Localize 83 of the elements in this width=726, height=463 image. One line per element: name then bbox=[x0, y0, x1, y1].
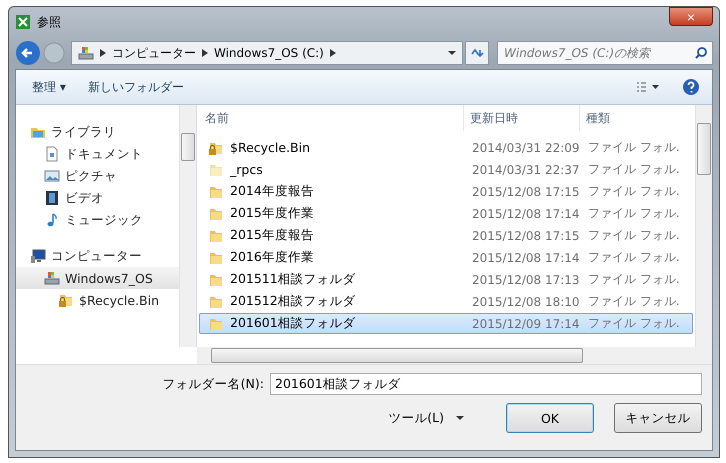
organize-button[interactable]: 整理 ▾ bbox=[32, 78, 66, 96]
drive-icon bbox=[78, 45, 94, 61]
table-cell-text: 2015/12/08 17:14 bbox=[471, 250, 581, 264]
column-header[interactable]: 名前 bbox=[197, 105, 463, 131]
help-button[interactable] bbox=[682, 78, 700, 96]
file-row[interactable]: _rpcs 2014/03/31 22:37 ファイル フォル. bbox=[199, 159, 693, 180]
ok-button[interactable]: OK bbox=[506, 403, 594, 433]
table-cell-text: 2015/12/08 17:15 bbox=[471, 184, 581, 198]
file-row[interactable]: 2015年度報告 2015/12/08 17:15 ファイル フォル. bbox=[199, 225, 693, 246]
scrollbar[interactable] bbox=[197, 347, 712, 364]
table-cell-text: 2015/12/08 18:10 bbox=[471, 294, 581, 308]
dropdown-caret-icon bbox=[448, 49, 456, 57]
document-icon bbox=[44, 146, 60, 162]
film-icon bbox=[44, 190, 60, 206]
computer-icon bbox=[30, 248, 46, 264]
column-header[interactable]: 更新日時 bbox=[463, 105, 579, 131]
nav-item[interactable]: ミュージック bbox=[16, 209, 179, 231]
file-name: 201511相談フォルダ bbox=[230, 271, 356, 288]
table-cell-text: 2015/12/08 17:13 bbox=[471, 272, 581, 286]
dropdown-caret-icon bbox=[456, 414, 464, 422]
nav-item[interactable]: Windows7_OS bbox=[16, 267, 179, 289]
spreadsheet-app-icon bbox=[15, 14, 31, 30]
file-row[interactable]: 2014年度報告 2015/12/08 17:15 ファイル フォル. bbox=[199, 181, 693, 202]
file-name: _rpcs bbox=[230, 162, 263, 177]
table-cell-text: 2015/12/08 17:15 bbox=[471, 228, 581, 242]
nav-item[interactable]: ピクチャ bbox=[16, 165, 179, 187]
help-icon bbox=[682, 78, 700, 96]
breadcrumb-item[interactable]: コンピューター bbox=[112, 44, 196, 62]
nav-item[interactable]: コンピューター bbox=[16, 245, 179, 267]
address-bar[interactable]: コンピューター Windows7_OS (C:) bbox=[71, 41, 463, 65]
window-title: 参照 bbox=[37, 14, 61, 30]
file-row[interactable]: 201512相談フォルダ 2015/12/08 18:10 ファイル フォル. bbox=[199, 291, 693, 312]
table-cell-text: ファイル フォル. bbox=[587, 315, 681, 332]
file-name: 2015年度報告 bbox=[230, 227, 314, 244]
nav-item[interactable]: ドキュメント bbox=[16, 143, 179, 165]
table-cell-text: ファイル フォル. bbox=[587, 271, 681, 288]
chevron-icon bbox=[202, 49, 208, 57]
table-cell-text: 2015/12/08 17:14 bbox=[471, 206, 581, 220]
nav-item[interactable]: ライブラリ bbox=[16, 121, 179, 143]
table-cell-text: ファイル フォル. bbox=[587, 227, 681, 244]
search-field[interactable]: Windows7_OS (C:)の検索 bbox=[497, 41, 713, 65]
view-options-button[interactable] bbox=[636, 82, 660, 92]
table-cell-text: ファイル フォル. bbox=[587, 183, 681, 200]
table-cell-text: ファイル フォル. bbox=[587, 249, 681, 266]
scrollbar[interactable] bbox=[179, 105, 196, 347]
table-cell-text: 2014/03/31 22:37 bbox=[471, 162, 581, 176]
table-cell-text: ファイル フォル. bbox=[587, 161, 681, 178]
tools-button[interactable]: ツール(L) bbox=[388, 410, 444, 426]
close-button[interactable]: × bbox=[669, 7, 713, 26]
drive-icon bbox=[44, 270, 60, 286]
field-label: フォルダー名(N): bbox=[162, 376, 264, 392]
file-row[interactable]: 2015年度作業 2015/12/08 17:14 ファイル フォル. bbox=[199, 203, 693, 224]
folder-name-field[interactable]: 201601相談フォルダ bbox=[270, 373, 702, 395]
file-name: 2014年度報告 bbox=[230, 183, 314, 200]
breadcrumb-item[interactable]: Windows7_OS (C:) bbox=[214, 46, 324, 60]
refresh-button[interactable] bbox=[465, 41, 489, 65]
chevron-icon bbox=[330, 49, 336, 57]
nav-item[interactable]: $Recycle.Bin bbox=[16, 289, 179, 311]
file-name: 2015年度作業 bbox=[230, 205, 314, 222]
file-name: $Recycle.Bin bbox=[230, 140, 310, 155]
file-name: 201512相談フォルダ bbox=[230, 293, 356, 310]
scrollbar[interactable] bbox=[695, 105, 712, 347]
view-list-icon bbox=[636, 82, 660, 92]
nav-item[interactable]: ビデオ bbox=[16, 187, 179, 209]
chevron-icon bbox=[100, 49, 106, 57]
locked-folder-icon bbox=[58, 292, 74, 308]
table-cell-text: ファイル フォル. bbox=[587, 293, 681, 310]
file-name: 2016年度作業 bbox=[230, 249, 314, 266]
file-row[interactable]: $Recycle.Bin 2014/03/31 22:09 ファイル フォル. bbox=[199, 137, 693, 158]
search-icon bbox=[694, 46, 708, 60]
file-name: 201601相談フォルダ bbox=[230, 315, 356, 332]
table-cell-text: ファイル フォル. bbox=[587, 139, 681, 156]
table-cell-text: 2015/12/09 17:14 bbox=[471, 316, 581, 330]
table-cell-text: 2014/03/31 22:09 bbox=[471, 140, 581, 154]
picture-icon bbox=[44, 168, 60, 184]
cancel-button[interactable]: キャンセル bbox=[614, 403, 702, 433]
refresh-icon bbox=[470, 46, 484, 60]
back-button[interactable] bbox=[15, 40, 41, 66]
file-row[interactable]: 201601相談フォルダ 2015/12/09 17:14 ファイル フォル. bbox=[199, 313, 693, 334]
table-cell-text: ファイル フォル. bbox=[587, 205, 681, 222]
file-row[interactable]: 201511相談フォルダ 2015/12/08 17:13 ファイル フォル. bbox=[199, 269, 693, 290]
file-row[interactable]: 2016年度作業 2015/12/08 17:14 ファイル フォル. bbox=[199, 247, 693, 268]
new-folder-button[interactable]: 新しいフォルダー bbox=[88, 78, 184, 96]
